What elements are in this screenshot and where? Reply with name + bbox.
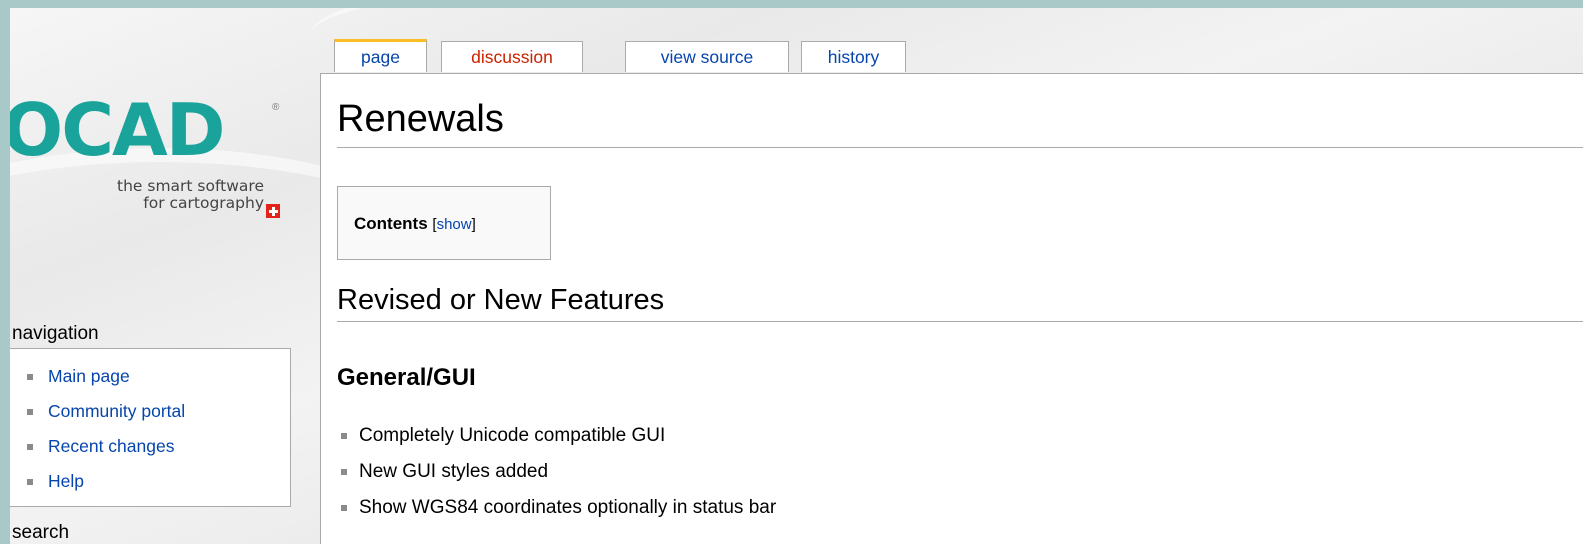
sidebar-item-recent-changes[interactable]: Recent changes <box>10 435 290 470</box>
sidebar-item-community-portal[interactable]: Community portal <box>10 400 290 435</box>
registered-mark: ® <box>272 102 280 113</box>
sidebar-item-main-page[interactable]: Main page <box>10 365 290 400</box>
toc-close-bracket: ] <box>471 216 476 233</box>
section-heading: Revised or New Features <box>337 284 1583 322</box>
tab-page[interactable]: page <box>334 39 427 72</box>
search-heading: search <box>12 522 70 543</box>
swiss-flag-icon <box>266 204 280 218</box>
list-item: Completely Unicode compatible GUI <box>337 424 776 460</box>
sidebar-item-help[interactable]: Help <box>10 470 290 505</box>
ocad-logo[interactable]: OCAD ® the smart software for cartograph… <box>10 88 290 224</box>
toc-show-link[interactable]: show <box>437 216 472 233</box>
navigation-portlet: Main page Community portal Recent change… <box>10 348 291 507</box>
logo-wordmark: OCAD <box>10 88 226 172</box>
tab-discussion[interactable]: discussion <box>441 41 583 72</box>
tab-history[interactable]: history <box>801 41 906 72</box>
list-item: New GUI styles added <box>337 460 776 496</box>
tagline-line-1: the smart software <box>117 177 264 195</box>
page-title: Renewals <box>337 98 1583 148</box>
tagline-line-2: for cartography <box>143 194 264 212</box>
table-of-contents: Contents [show] <box>337 186 551 260</box>
feature-list: Completely Unicode compatible GUI New GU… <box>337 424 776 532</box>
content-area: Renewals Contents [show] Revised or New … <box>320 73 1583 544</box>
toc-toggle[interactable]: [show] <box>432 216 475 233</box>
logo-tagline: the smart software for cartography <box>117 178 264 212</box>
page-frame: OCAD ® the smart software for cartograph… <box>10 8 1583 544</box>
subsection-heading: General/GUI <box>337 364 476 391</box>
toc-title: Contents <box>354 214 428 233</box>
tab-view-source[interactable]: view source <box>625 41 789 72</box>
list-item: Show WGS84 coordinates optionally in sta… <box>337 496 776 532</box>
navigation-heading: navigation <box>12 323 99 344</box>
